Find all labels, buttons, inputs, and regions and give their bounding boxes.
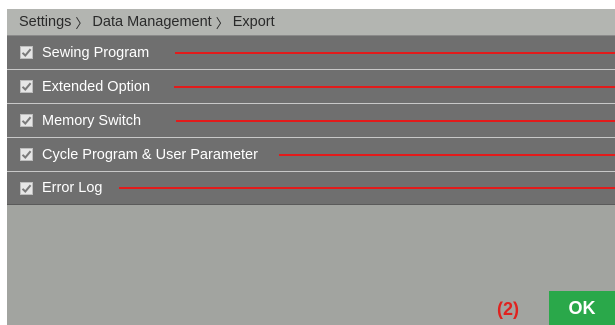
export-screen: Settings 〉 Data Management 〉 Export Sewi… [7,9,615,325]
breadcrumb-separator: 〉 [75,15,89,31]
callout-line [119,187,615,189]
checkmark-icon [21,116,32,125]
export-item-cycle-program-user-parameter[interactable]: Cycle Program & User Parameter [7,137,615,171]
breadcrumb-separator: 〉 [215,15,229,31]
export-item-label: Error Log [42,180,103,196]
breadcrumb: Settings 〉 Data Management 〉 Export [7,9,615,35]
checkmark-icon [21,48,32,57]
callout-annotation: (2) [497,299,519,319]
breadcrumb-data-management[interactable]: Data Management [92,14,211,30]
ok-button[interactable]: OK [549,291,615,325]
export-item-error-log[interactable]: Error Log [7,171,615,205]
export-item-memory-switch[interactable]: Memory Switch [7,103,615,137]
callout-line [279,153,615,156]
checkbox[interactable] [20,181,33,195]
checkmark-icon [21,82,32,91]
checkbox[interactable] [20,80,33,93]
export-item-label: Cycle Program & User Parameter [42,146,258,163]
checkmark-icon [21,184,32,193]
checkbox[interactable] [20,114,33,127]
breadcrumb-settings[interactable]: Settings [19,14,71,30]
callout-line [175,51,615,54]
breadcrumb-export: Export [232,14,275,30]
export-item-label: Memory Switch [42,112,142,129]
checkmark-icon [21,150,32,159]
callout-line [176,119,615,122]
export-item-extended-option[interactable]: Extended Option [7,69,615,103]
export-item-sewing-program[interactable]: Sewing Program [7,35,615,69]
export-item-label: Sewing Program [42,44,150,61]
callout-line [174,85,615,88]
checkbox[interactable] [20,148,33,161]
export-item-label: Extended Option [42,78,151,95]
checkbox[interactable] [20,46,33,59]
export-item-list: Sewing Program Extended Option Memory Sw… [7,35,615,205]
